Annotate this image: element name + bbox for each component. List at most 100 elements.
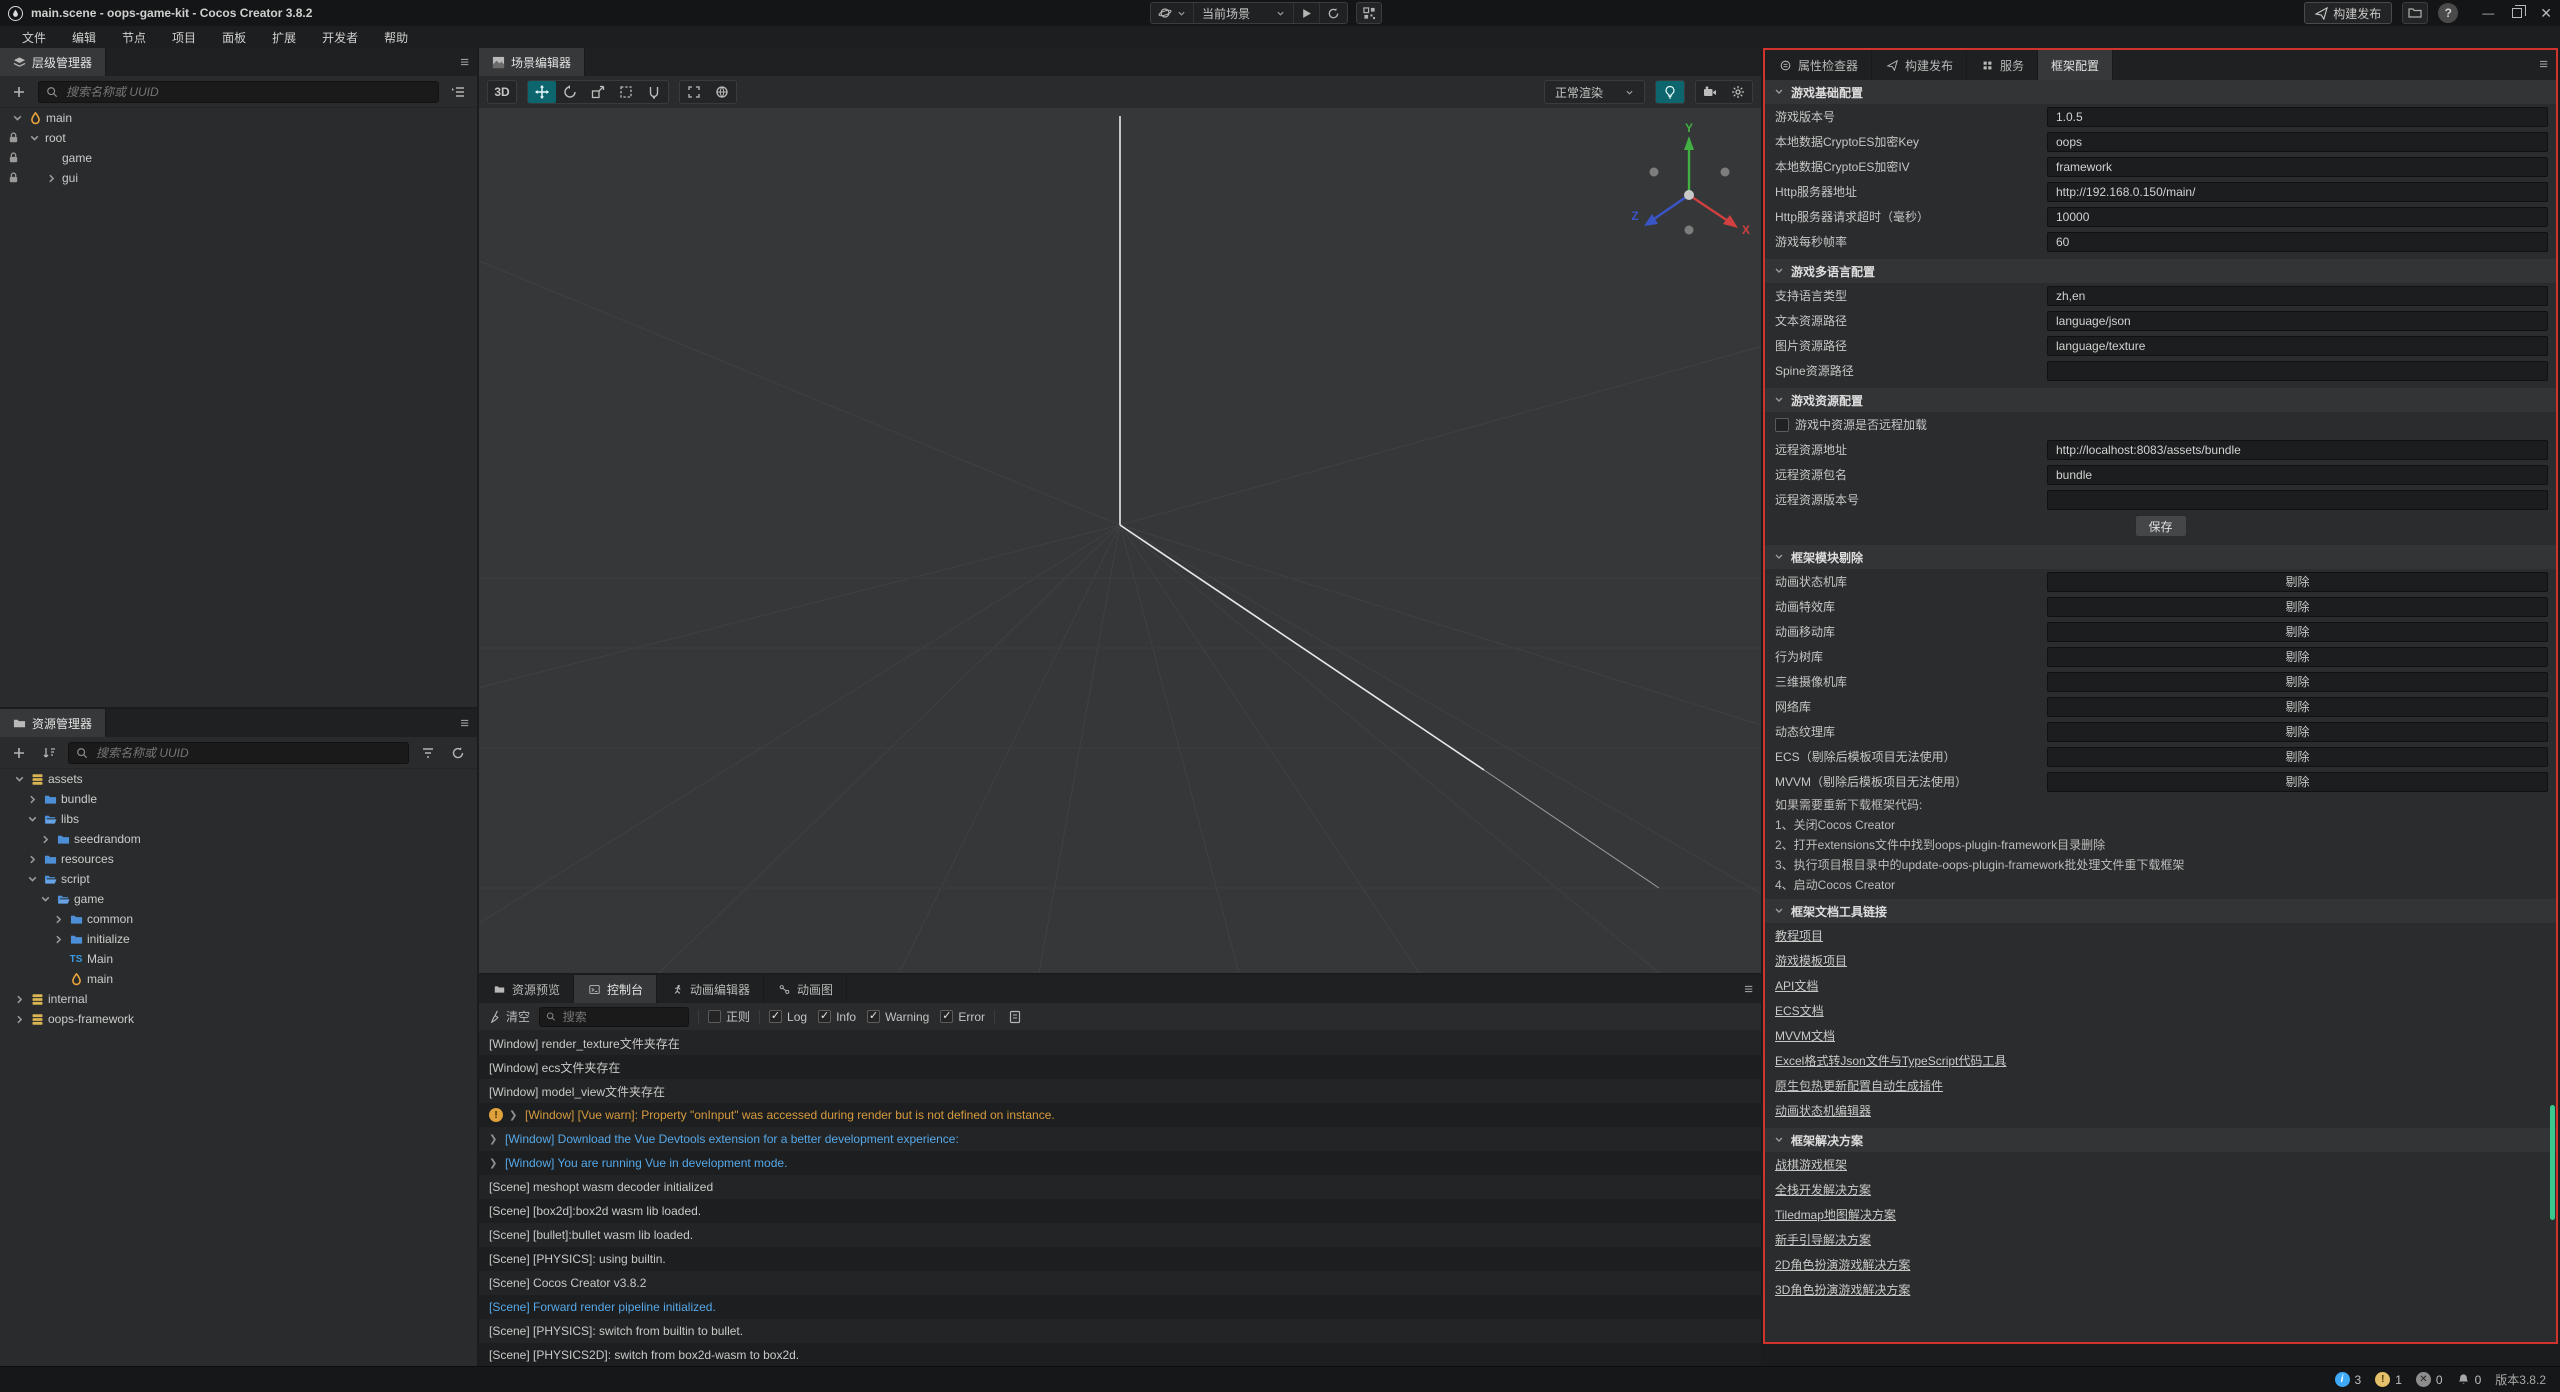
console-log-row[interactable]: [Scene] [bullet]:bullet wasm lib loaded. [479, 1223, 1761, 1247]
console-log-row[interactable]: [Scene] Forward render pipeline initiali… [479, 1295, 1761, 1319]
menu-item[interactable]: 扩展 [260, 27, 308, 48]
tree-item[interactable]: bundle [0, 789, 477, 809]
chevron-down-icon[interactable] [25, 872, 39, 886]
section-header[interactable]: 框架解决方案 [1765, 1128, 2556, 1152]
field-input[interactable] [2047, 311, 2548, 331]
tree-item[interactable]: initialize [0, 929, 477, 949]
console-log-row[interactable]: [Scene] Cocos Creator v3.8.2 [479, 1271, 1761, 1295]
build-publish-button[interactable]: 构建发布 [2304, 2, 2392, 24]
chevron-right-icon[interactable] [44, 171, 58, 185]
tree-item[interactable]: oops-framework [0, 1009, 477, 1029]
inspector-menu-icon[interactable]: ≡ [2539, 50, 2548, 78]
trim-module-button[interactable]: 剔除 [2047, 597, 2548, 617]
chevron-right-icon[interactable] [25, 852, 39, 866]
doc-link[interactable]: Tiledmap地图解决方案 [1775, 1206, 1896, 1223]
doc-link[interactable]: API文档 [1775, 977, 1818, 994]
trim-module-button[interactable]: 剔除 [2047, 772, 2548, 792]
close-button[interactable]: ✕ [2540, 5, 2552, 22]
doc-link[interactable]: Excel格式转Json文件与TypeScript代码工具 [1775, 1052, 2006, 1069]
console-log-row[interactable]: [Scene] [box2d]:box2d wasm lib loaded. [479, 1199, 1761, 1223]
field-input[interactable] [2047, 182, 2548, 202]
minimize-button[interactable]: — [2482, 6, 2494, 20]
chevron-down-icon[interactable] [10, 111, 24, 125]
trim-module-button[interactable]: 剔除 [2047, 722, 2548, 742]
filter-log-checkbox[interactable]: ✓Log [769, 1010, 807, 1024]
status-notification-counter[interactable]: 0 [2457, 1373, 2482, 1387]
create-asset-button[interactable] [8, 742, 30, 764]
chevron-right-icon[interactable] [12, 992, 26, 1006]
tree-item[interactable]: common [0, 909, 477, 929]
preview-target-button[interactable] [1151, 3, 1193, 23]
play-button[interactable] [1294, 3, 1319, 23]
scene-camera-button[interactable] [1696, 81, 1724, 103]
section-header[interactable]: 游戏资源配置 [1765, 388, 2556, 412]
section-header[interactable]: 游戏多语言配置 [1765, 259, 2556, 283]
filter-warning-checkbox[interactable]: ✓Warning [867, 1010, 929, 1024]
move-button[interactable] [528, 81, 556, 103]
remote-load-checkbox[interactable] [1775, 418, 1789, 432]
trim-module-button[interactable]: 剔除 [2047, 622, 2548, 642]
hierarchy-search[interactable] [38, 81, 439, 103]
console-search-input[interactable] [561, 1009, 682, 1025]
trim-module-button[interactable]: 剔除 [2047, 747, 2548, 767]
status-info-counter[interactable]: i 3 [2335, 1372, 2362, 1387]
tab-console-3[interactable]: 动画图 [764, 975, 847, 1003]
doc-link[interactable]: 战棋游戏框架 [1775, 1156, 1847, 1173]
tree-item[interactable]: TSMain [0, 949, 477, 969]
scene-viewport[interactable]: Y X Z [479, 108, 1761, 973]
tab-console-1[interactable]: 控制台 [574, 975, 657, 1003]
trim-module-button[interactable]: 剔除 [2047, 572, 2548, 592]
assets-menu-icon[interactable]: ≡ [460, 709, 469, 737]
console-log-row[interactable]: ❯[Window] You are running Vue in develop… [479, 1151, 1761, 1175]
chevron-down-icon[interactable] [38, 892, 52, 906]
tree-item[interactable]: assets [0, 769, 477, 789]
help-button[interactable]: ? [2438, 3, 2458, 23]
tree-item[interactable]: game [0, 889, 477, 909]
rotate-button[interactable] [556, 81, 584, 103]
console-log-row[interactable]: [Window] model_view文件夹存在 [479, 1079, 1761, 1103]
tab-console-0[interactable]: 资源预览 [479, 975, 574, 1003]
chevron-right-icon[interactable]: ❯ [489, 1134, 499, 1145]
chevron-right-icon[interactable] [12, 1012, 26, 1026]
menu-item[interactable]: 编辑 [60, 27, 108, 48]
field-input[interactable] [2047, 361, 2548, 381]
section-header[interactable]: 游戏基础配置 [1765, 80, 2556, 104]
field-input[interactable] [2047, 336, 2548, 356]
chevron-right-icon[interactable] [51, 912, 65, 926]
tree-item[interactable]: internal [0, 989, 477, 1009]
lighting-toggle-button[interactable] [1656, 81, 1684, 103]
refresh-assets-icon[interactable] [447, 742, 469, 764]
status-warning-counter[interactable]: ! 1 [2375, 1372, 2402, 1387]
tree-item[interactable]: resources [0, 849, 477, 869]
trim-module-button[interactable]: 剔除 [2047, 697, 2548, 717]
sort-assets-icon[interactable] [38, 742, 60, 764]
field-input[interactable] [2047, 207, 2548, 227]
assets-search[interactable] [68, 742, 409, 764]
open-project-folder-button[interactable] [2402, 2, 2428, 24]
field-input[interactable] [2047, 132, 2548, 152]
restart-button[interactable] [1319, 3, 1347, 23]
restore-button[interactable] [2512, 8, 2522, 18]
tab-console-2[interactable]: 动画编辑器 [657, 975, 764, 1003]
doc-link[interactable]: 3D角色扮演游戏解决方案 [1775, 1281, 1910, 1298]
chevron-right-icon[interactable]: ❯ [509, 1110, 519, 1121]
chevron-right-icon[interactable] [25, 792, 39, 806]
tree-item[interactable]: main [0, 108, 477, 128]
rect-tool-button[interactable] [612, 81, 640, 103]
console-log-row[interactable]: ❯[Window] Download the Vue Devtools exte… [479, 1127, 1761, 1151]
trim-module-button[interactable]: 剔除 [2047, 647, 2548, 667]
save-button[interactable]: 保存 [2135, 515, 2187, 537]
tree-item[interactable]: seedrandom [0, 829, 477, 849]
console-search[interactable] [539, 1007, 689, 1027]
clear-console-button[interactable]: 清空 [489, 1008, 530, 1025]
hierarchy-menu-icon[interactable]: ≡ [460, 48, 469, 76]
section-header[interactable]: 框架模块剔除 [1765, 545, 2556, 569]
section-header[interactable]: 框架文档工具链接 [1765, 899, 2556, 923]
doc-link[interactable]: 动画状态机编辑器 [1775, 1102, 1871, 1119]
doc-link[interactable]: 2D角色扮演游戏解决方案 [1775, 1256, 1910, 1273]
inspector-scrollbar-thumb[interactable] [2550, 1105, 2555, 1220]
doc-link[interactable]: MVVM文档 [1775, 1027, 1835, 1044]
console-log-row[interactable]: [Scene] [PHYSICS]: using builtin. [479, 1247, 1761, 1271]
tab-inspector-1[interactable]: 构建发布 [1872, 50, 1967, 80]
corner-snap-button[interactable] [680, 81, 708, 103]
